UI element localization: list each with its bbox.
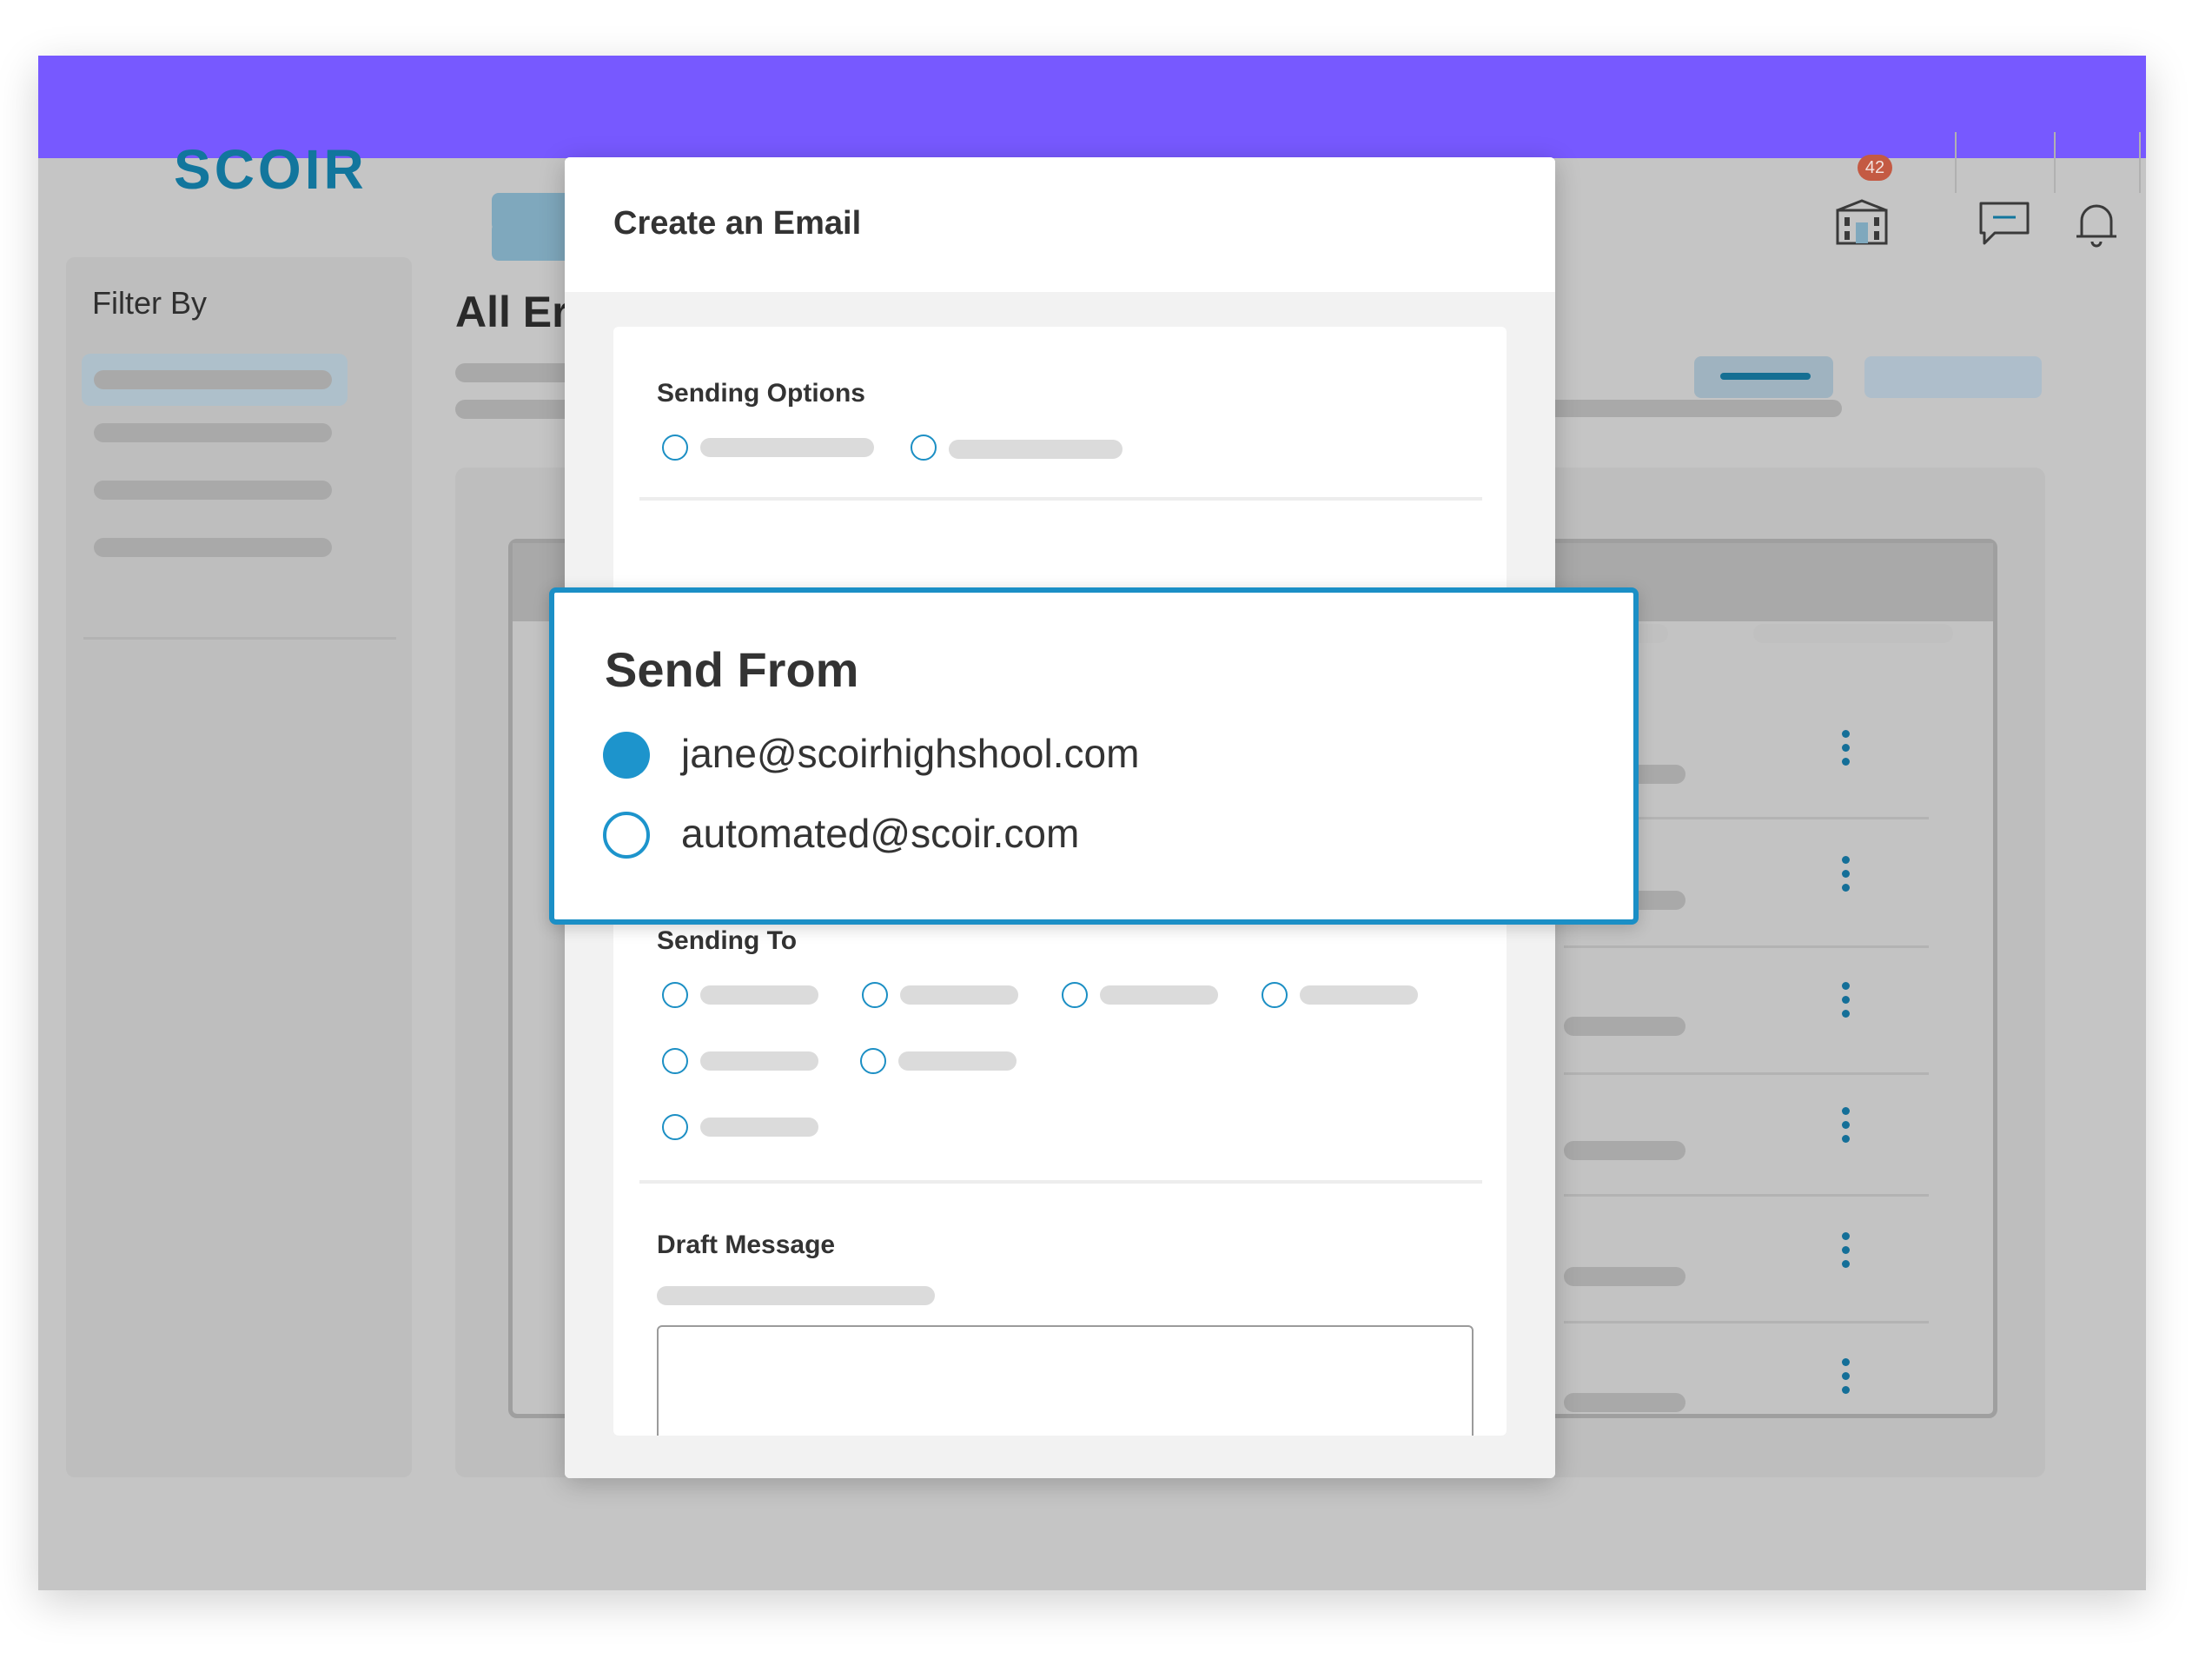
sending-options-label: Sending Options xyxy=(657,379,865,408)
page-title: All Er xyxy=(455,288,569,336)
row-divider xyxy=(1564,1321,1929,1323)
draft-message-textarea[interactable] xyxy=(657,1325,1474,1436)
sending-option-radio[interactable] xyxy=(911,434,937,461)
subtitle-placeholder xyxy=(455,363,577,382)
header-divider xyxy=(2139,132,2141,193)
filter-item[interactable] xyxy=(94,423,332,442)
filter-divider xyxy=(83,637,396,640)
send-from-radio-automated[interactable] xyxy=(603,812,650,859)
subtitle-placeholder xyxy=(1546,400,1842,417)
filter-item xyxy=(94,370,332,389)
filter-item[interactable] xyxy=(94,538,332,557)
section-divider xyxy=(639,497,1482,501)
sending-to-label: Sending To xyxy=(657,926,798,955)
draft-message-label: Draft Message xyxy=(657,1231,836,1259)
modal-title: Create an Email xyxy=(613,205,862,242)
row-cell-placeholder xyxy=(1564,1393,1685,1412)
recipient-radio[interactable] xyxy=(662,1048,688,1074)
chat-icon[interactable] xyxy=(1977,200,2031,253)
header-divider xyxy=(2054,132,2056,193)
subtitle-placeholder xyxy=(455,400,577,419)
filter-title: Filter By xyxy=(92,285,208,321)
more-options-icon[interactable] xyxy=(1842,982,1851,1024)
more-options-icon[interactable] xyxy=(1842,730,1851,772)
send-from-radio-jane[interactable] xyxy=(603,732,650,779)
more-options-icon[interactable] xyxy=(1842,1358,1851,1400)
send-from-option-jane[interactable]: jane@scoirhighshool.com xyxy=(681,730,1139,777)
send-from-panel: Send From jane@scoirhighshool.com automa… xyxy=(549,587,1639,925)
college-building-icon[interactable] xyxy=(1835,198,1889,251)
row-divider xyxy=(1564,1072,1929,1075)
header-divider xyxy=(1955,132,1957,193)
header-cell-placeholder xyxy=(1753,624,1953,643)
option-label-placeholder xyxy=(700,438,874,457)
recipient-radio[interactable] xyxy=(1062,982,1088,1008)
secondary-action-button[interactable] xyxy=(1864,356,2042,398)
notification-count-badge: 42 xyxy=(1858,155,1892,181)
sending-option-radio[interactable] xyxy=(662,434,688,461)
modal-header: Create an Email xyxy=(565,157,1555,292)
option-label-placeholder xyxy=(949,440,1123,459)
scoir-logo[interactable]: SCOIR xyxy=(174,137,368,202)
option-label-placeholder xyxy=(700,1118,818,1137)
recipient-radio[interactable] xyxy=(662,1114,688,1140)
option-label-placeholder xyxy=(1300,985,1418,1005)
option-label-placeholder xyxy=(900,985,1018,1005)
filter-item[interactable] xyxy=(94,481,332,500)
more-options-icon[interactable] xyxy=(1842,1232,1851,1274)
draft-subject-placeholder xyxy=(657,1286,935,1305)
recipient-radio[interactable] xyxy=(662,982,688,1008)
send-from-title: Send From xyxy=(605,642,859,697)
primary-action-label-placeholder xyxy=(1720,373,1811,380)
bell-icon[interactable] xyxy=(2073,198,2120,255)
recipient-radio[interactable] xyxy=(1262,982,1288,1008)
row-cell-placeholder xyxy=(1564,1141,1685,1160)
row-divider xyxy=(1564,945,1929,948)
more-options-icon[interactable] xyxy=(1842,1107,1851,1149)
more-options-icon[interactable] xyxy=(1842,856,1851,898)
row-divider xyxy=(1564,1194,1929,1197)
send-from-option-automated[interactable]: automated@scoir.com xyxy=(681,810,1079,857)
recipient-radio[interactable] xyxy=(862,982,888,1008)
option-label-placeholder xyxy=(1100,985,1218,1005)
option-label-placeholder xyxy=(700,1051,818,1071)
recipient-radio[interactable] xyxy=(860,1048,886,1074)
option-label-placeholder xyxy=(700,985,818,1005)
row-cell-placeholder xyxy=(1564,1017,1685,1036)
section-divider xyxy=(639,1180,1482,1184)
row-cell-placeholder xyxy=(1564,1267,1685,1286)
option-label-placeholder xyxy=(898,1051,1017,1071)
